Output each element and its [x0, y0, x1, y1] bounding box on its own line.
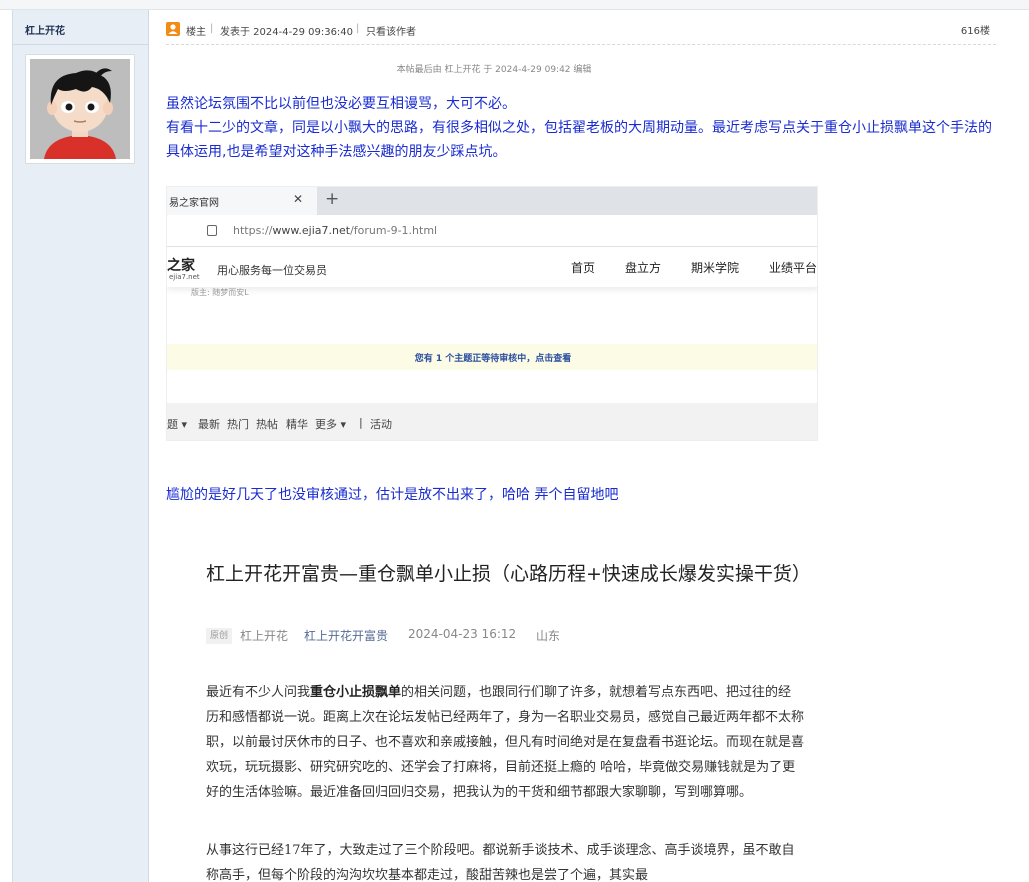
nav-item-performance: 业绩平台 [769, 261, 818, 275]
filter-item: 热帖 [256, 418, 278, 431]
article-location: 山东 [536, 629, 561, 643]
header-separator: | [356, 23, 360, 34]
post-content: 楼主 | 发表于 2024-4-29 09:36:40 | 只看该作者 616楼… [166, 10, 996, 882]
top-border [0, 0, 1029, 10]
role-label: 楼主 [186, 27, 206, 38]
article-date: 2024-04-23 16:12 [408, 627, 517, 641]
article-paragraph-1: 最近有不少人问我重仓小止损飘单的相关问题，也跟同行们聊了许多，就想着写点东西吧、… [206, 685, 805, 800]
nav-item-academy: 期米学院 [691, 261, 740, 275]
site-slogan: 用心服务每一位交易员 [217, 264, 327, 277]
only-author-link[interactable]: 只看该作者 [366, 23, 416, 38]
embedded-forum-screenshot: 易之家官网 ✕ + https://www.ejia7.net/forum-9-… [166, 186, 818, 441]
lock-icon [207, 225, 217, 236]
filter-item: 精华 [286, 418, 308, 431]
post-line-3: 尴尬的是好几天了也没审核通过，估计是放不出来了，哈哈 弄个自留地吧 [166, 487, 619, 503]
header-separator: | [210, 23, 214, 34]
nav-item-cube: 盘立方 [625, 261, 662, 275]
article-paragraph-2: 从事这行已经17年了，大致走过了三个阶段吧。都说新手谈技术、成手谈理念、高手谈境… [206, 843, 795, 882]
site-logo-domain: ejia7.net [169, 273, 200, 281]
sidebar-divider [13, 44, 148, 45]
thread-starter-icon [166, 22, 180, 36]
left-gutter [0, 10, 12, 882]
filter-item: 活动 [370, 418, 392, 431]
pending-review-notice: 您有 1 个主题正等待审核中，点击查看 [167, 344, 817, 370]
article-author: 杠上开花 [240, 629, 289, 643]
browser-tabbar: 易之家官网 ✕ + [167, 187, 817, 215]
nav-item-home: 首页 [571, 261, 596, 275]
filter-item: 题 ▾ [167, 418, 188, 431]
author-sidebar: 杠上开花 [12, 10, 149, 882]
thread-filter-bar: 题 ▾ 最新 热门 热帖 精华 更多 ▾ | 活动 [167, 403, 817, 440]
post-date: 发表于 2024-4-29 09:36:40 [220, 27, 354, 38]
post-line-1: 虽然论坛氛围不比以前但也没必要互相谩骂，大可不必。 [166, 96, 516, 112]
article-account-link: 杠上开花开富贵 [304, 629, 389, 643]
header-divider [166, 44, 996, 45]
address-bar: https://www.ejia7.net/forum-9-1.html [167, 215, 817, 247]
url-text: https://www.ejia7.net/forum-9-1.html [233, 224, 438, 237]
article-meta: 原创 杠上开花 杠上开花开富贵 2024-04-23 16:12 山东 [206, 627, 806, 647]
post-header: 楼主 | 发表于 2024-4-29 09:36:40 | 只看该作者 616楼 [166, 22, 996, 40]
edit-note: 本帖最后由 杠上开花 于 2024-4-29 09:42 编辑 [396, 65, 592, 75]
post-paragraph-2: 有看十二少的文章，同是以小飘大的思路，有很多相似之处，包括翟老板的大周期动量。最… [166, 120, 992, 160]
floor-number[interactable]: 616楼 [961, 22, 990, 37]
filter-item: 更多 ▾ [315, 418, 347, 431]
site-header: 易之家 ejia7.net 用心服务每一位交易员 首页 盘立方 期米学院 业绩平… [166, 247, 818, 287]
forum-page: 杠上开花 楼主 | 发表于 2024-4-29 09:36:40 | 只看该作者… [0, 0, 1029, 882]
avatar-image [30, 59, 130, 159]
author-name-link[interactable]: 杠上开花 [25, 22, 65, 37]
notice-text: 您有 1 个主题正等待审核中，点击查看 [414, 354, 572, 364]
filter-item: 最新 [198, 418, 220, 431]
filter-separator: | [359, 416, 363, 429]
board-moderator: 版主: 随梦而安L [191, 288, 249, 297]
avatar[interactable] [25, 54, 135, 164]
embedded-article-screenshot: 杠上开花开富贵—重仓飘单小止损（心路历程+快速成长爆发实操干货） 原创 杠上开花… [186, 544, 816, 882]
new-tab-icon: + [325, 189, 340, 209]
article-keyword: 重仓小止损飘单 [310, 685, 402, 700]
browser-tab: 易之家官网 ✕ [167, 187, 317, 215]
original-badge: 原创 [206, 628, 232, 644]
close-icon: ✕ [293, 192, 304, 206]
filter-item: 热门 [227, 418, 249, 431]
cartoon-avatar-icon [30, 59, 130, 159]
site-logo: 易之家 [166, 258, 195, 274]
article-title: 杠上开花开富贵—重仓飘单小止损（心路历程+快速成长爆发实操干货） [206, 563, 811, 585]
tab-title: 易之家官网 [169, 198, 219, 209]
